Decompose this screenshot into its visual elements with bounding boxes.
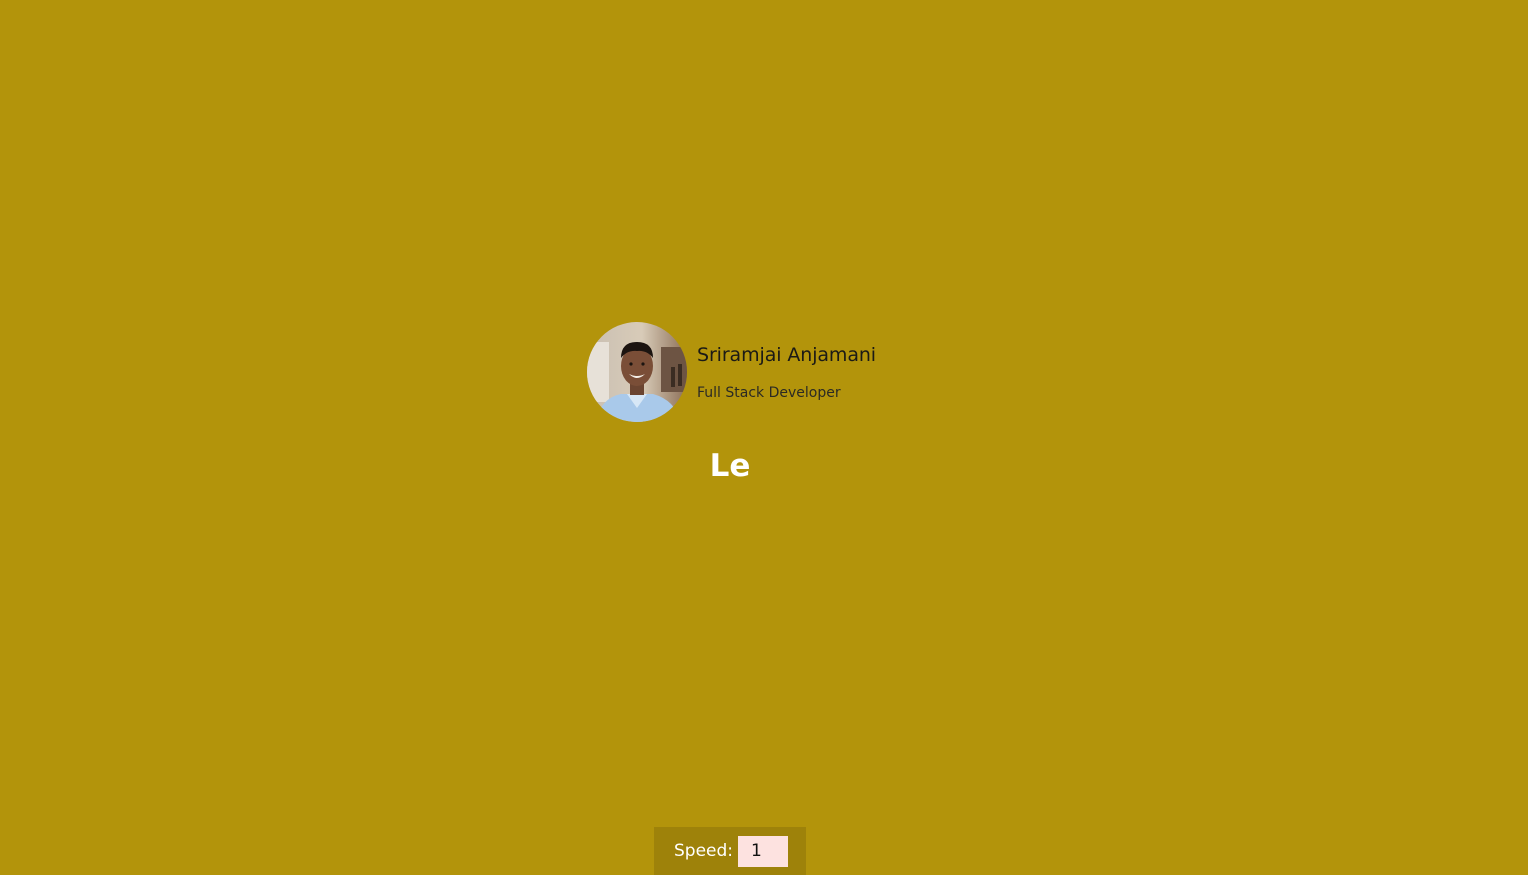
profile-text: Sriramjai Anjamani Full Stack Developer [697, 322, 876, 403]
speed-label: Speed: [674, 841, 734, 861]
profile-name: Sriramjai Anjamani [697, 344, 876, 366]
profile-role: Full Stack Developer [697, 385, 841, 401]
avatar [587, 322, 687, 422]
profile-photo-icon [587, 322, 687, 422]
typed-text: Le [709, 448, 751, 484]
profile-card: Sriramjai Anjamani Full Stack Developer [587, 322, 876, 422]
speed-control: Speed: [654, 827, 806, 875]
page: Sriramjai Anjamani Full Stack Developer … [0, 0, 1528, 875]
speed-input[interactable] [738, 835, 789, 867]
